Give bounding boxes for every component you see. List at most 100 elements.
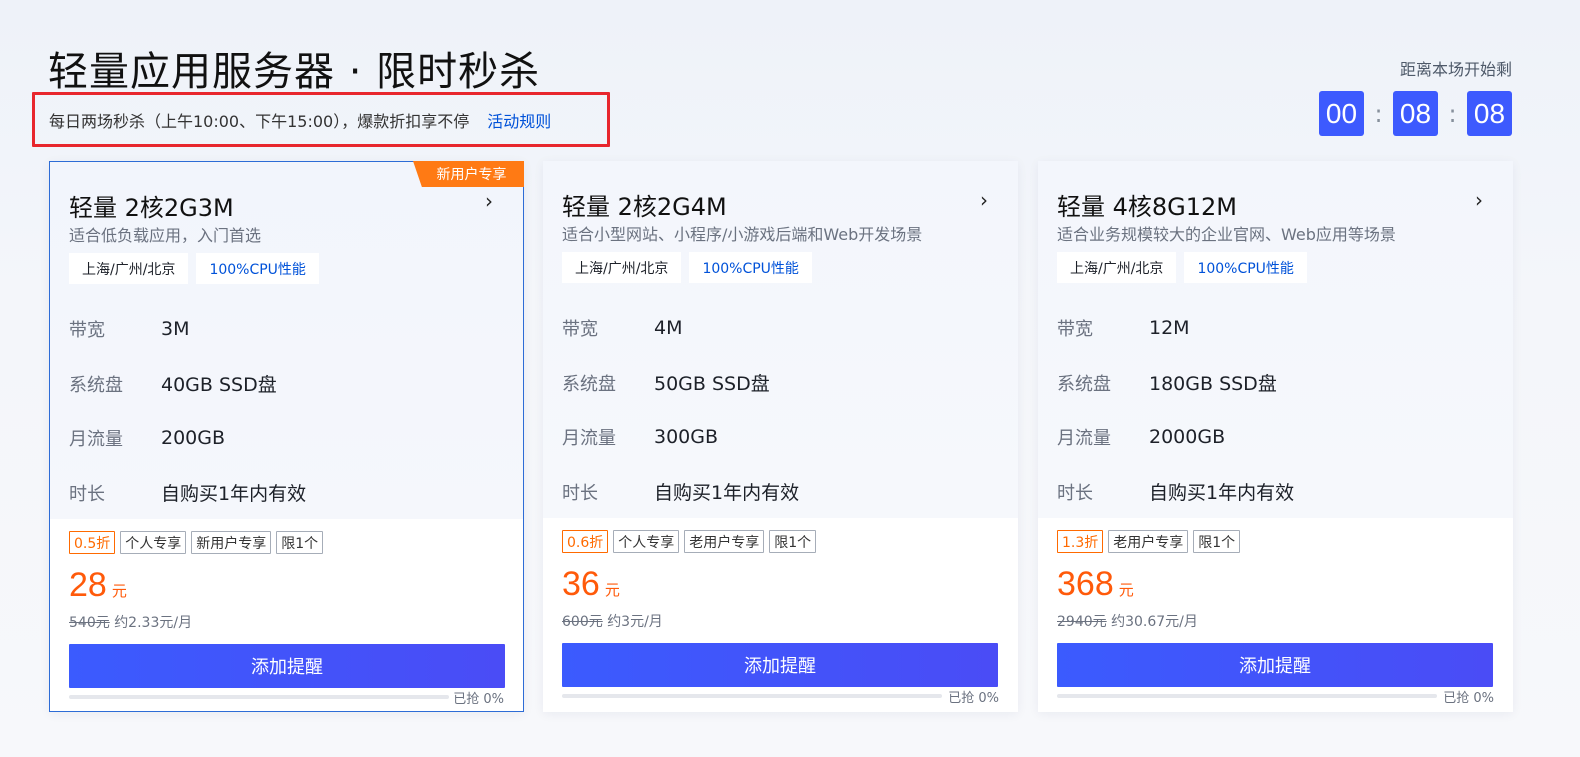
spec-value: 3M <box>161 318 190 341</box>
spec-row: 系统盘 180GB SSD盘 <box>1057 356 1294 411</box>
product-name[interactable]: 轻量 4核8G12M <box>1057 187 1237 222</box>
spec-label: 月流量 <box>562 428 616 450</box>
progress-bar <box>562 694 942 698</box>
page-title: 轻量应用服务器 · 限时秒杀 <box>48 49 541 95</box>
spec-row: 系统盘 50GB SSD盘 <box>562 356 799 411</box>
spec-label: 时长 <box>1057 482 1093 504</box>
add-reminder-button[interactable]: 添加提醒 <box>69 644 505 688</box>
spec-row: 系统盘 40GB SSD盘 <box>69 357 306 412</box>
spec-row: 月流量 300GB <box>562 410 799 465</box>
spec-row: 月流量 2000GB <box>1057 410 1294 465</box>
spec-label: 时长 <box>562 482 598 504</box>
product-name[interactable]: 轻量 2核2G4M <box>562 187 727 222</box>
badge-list: 0.6折 个人专享 老用户专享 限1个 <box>562 530 817 553</box>
badge: 老用户专享 <box>1108 530 1189 553</box>
spec-label: 时长 <box>69 483 105 505</box>
price-unit: 元 <box>604 581 620 599</box>
badge: 限1个 <box>276 531 324 554</box>
product-card[interactable]: 轻量 4核8G12M › 适合业务规模较大的企业官网、Web应用等场景 上海/广… <box>1038 161 1513 712</box>
discount-badge: 1.3折 <box>1057 530 1104 553</box>
discount-badge: 0.5折 <box>69 531 116 554</box>
spec-label: 带宽 <box>1057 319 1093 341</box>
badge-list: 1.3折 老用户专享 限1个 <box>1057 530 1241 553</box>
progress-bar <box>1057 694 1437 698</box>
price: 28 元 <box>69 566 127 605</box>
new-user-ribbon: 新用户专享 <box>413 161 524 187</box>
spec-row: 月流量 200GB <box>69 411 306 466</box>
spec-value: 180GB SSD盘 <box>1149 373 1277 396</box>
spec-value: 40GB SSD盘 <box>161 374 277 397</box>
original-price-value: 600元 <box>562 614 603 630</box>
cpu-tag: 100%CPU性能 <box>1184 252 1307 283</box>
product-card[interactable]: 新用户专享 轻量 2核2G3M › 适合低负载应用，入门首选 上海/广州/北京 … <box>49 161 524 712</box>
tag-list: 上海/广州/北京 100%CPU性能 <box>69 253 319 284</box>
spec-label: 带宽 <box>69 320 105 342</box>
spec-list: 带宽 12M 系统盘 180GB SSD盘 月流量 2000GB 时长 自购买1年内有效 <box>1057 301 1294 519</box>
add-reminder-button[interactable]: 添加提醒 <box>1057 643 1493 687</box>
spec-label: 月流量 <box>1057 428 1111 450</box>
badge: 限1个 <box>1193 530 1241 553</box>
price-value: 28 <box>69 566 107 604</box>
original-price: 540元 约2.33元/月 <box>69 612 192 632</box>
price-unit: 元 <box>111 582 127 600</box>
original-price-value: 2940元 <box>1057 614 1107 630</box>
progress-bar <box>69 695 449 699</box>
countdown-seconds: 08 <box>1467 91 1512 136</box>
countdown-separator: : <box>1374 99 1383 128</box>
product-card[interactable]: 轻量 2核2G4M › 适合小型网站、小程序/小游戏后端和Web开发场景 上海/… <box>543 161 1018 712</box>
badge: 老用户专享 <box>684 530 765 553</box>
price: 368 元 <box>1057 565 1134 604</box>
spec-row: 时长 自购买1年内有效 <box>69 466 306 521</box>
spec-value: 50GB SSD盘 <box>654 373 770 396</box>
spec-label: 系统盘 <box>562 373 616 395</box>
region-tag: 上海/广州/北京 <box>1057 252 1177 283</box>
badge: 个人专享 <box>120 531 187 554</box>
product-name[interactable]: 轻量 2核2G3M <box>69 188 234 223</box>
countdown-label: 距离本场开始剩 <box>1399 60 1512 79</box>
spec-value: 自购买1年内有效 <box>1149 482 1295 505</box>
spec-value: 2000GB <box>1149 426 1226 449</box>
tag-list: 上海/广州/北京 100%CPU性能 <box>1057 252 1307 283</box>
chevron-right-icon[interactable]: › <box>485 191 501 211</box>
subtitle-text: 每日两场秒杀（上午10:00、下午15:00），爆款折扣享不停 <box>49 111 470 131</box>
spec-value: 200GB <box>161 427 226 450</box>
tag-list: 上海/广州/北京 100%CPU性能 <box>562 252 812 283</box>
monthly-price: 约2.33元/月 <box>114 615 193 631</box>
activity-rules-link[interactable]: 活动规则 <box>487 108 551 132</box>
spec-label: 系统盘 <box>1057 373 1111 395</box>
spec-value: 自购买1年内有效 <box>654 482 800 505</box>
countdown-hours: 00 <box>1319 91 1364 136</box>
chevron-right-icon[interactable]: › <box>1475 190 1491 210</box>
chevron-right-icon[interactable]: › <box>980 190 996 210</box>
spec-value: 自购买1年内有效 <box>161 483 307 506</box>
price-unit: 元 <box>1118 581 1134 599</box>
price: 36 元 <box>562 565 620 604</box>
spec-row: 时长 自购买1年内有效 <box>562 465 799 520</box>
badge: 个人专享 <box>613 530 680 553</box>
spec-value: 4M <box>654 317 683 340</box>
discount-badge: 0.6折 <box>562 530 609 553</box>
badge: 限1个 <box>769 530 817 553</box>
price-value: 368 <box>1057 565 1114 603</box>
product-desc: 适合低负载应用，入门首选 <box>69 226 262 245</box>
monthly-price: 约30.67元/月 <box>1111 614 1198 630</box>
region-tag: 上海/广州/北京 <box>562 252 682 283</box>
progress-text: 已抢 0% <box>453 692 504 707</box>
original-price: 2940元 约30.67元/月 <box>1057 611 1198 631</box>
countdown-separator: : <box>1448 99 1457 128</box>
product-desc: 适合业务规模较大的企业官网、Web应用等场景 <box>1057 225 1396 244</box>
price-value: 36 <box>562 565 600 603</box>
spec-row: 带宽 12M <box>1057 301 1294 356</box>
spec-row: 带宽 4M <box>562 301 799 356</box>
progress-text: 已抢 0% <box>948 691 999 706</box>
badge-list: 0.5折 个人专享 新用户专享 限1个 <box>69 531 324 554</box>
add-reminder-button[interactable]: 添加提醒 <box>562 643 998 687</box>
badge: 新用户专享 <box>191 531 272 554</box>
spec-label: 系统盘 <box>69 374 123 396</box>
original-price-value: 540元 <box>69 615 110 631</box>
original-price: 600元 约3元/月 <box>562 611 663 631</box>
progress-text: 已抢 0% <box>1443 691 1494 706</box>
spec-list: 带宽 3M 系统盘 40GB SSD盘 月流量 200GB 时长 自购买1年内有效 <box>69 302 306 520</box>
spec-value: 12M <box>1149 317 1190 340</box>
spec-row: 带宽 3M <box>69 302 306 357</box>
